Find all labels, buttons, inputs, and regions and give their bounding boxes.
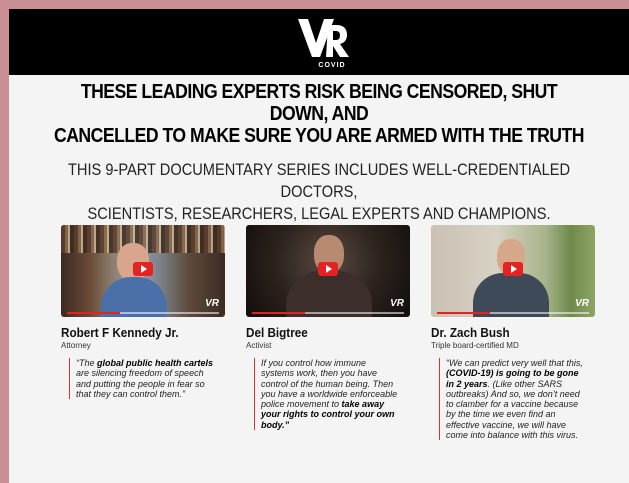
logo-subtext: COVID bbox=[318, 62, 345, 69]
video-progress-bar[interactable] bbox=[67, 312, 219, 314]
page-frame: COVID THESE LEADING EXPERTS RISK BEING C… bbox=[9, 9, 629, 483]
expert-name: Robert F Kennedy Jr. bbox=[61, 325, 179, 340]
video-thumbnail[interactable]: VR bbox=[431, 225, 595, 317]
quote-text: are silencing freedom of speech and putt… bbox=[76, 368, 205, 399]
play-button-icon[interactable] bbox=[318, 262, 338, 276]
expert-role: Triple board-certified MD bbox=[431, 341, 519, 350]
quote-text: “The bbox=[76, 358, 98, 368]
expert-card-bigtree: VR Del Bigtree Activist If you control h… bbox=[246, 225, 414, 431]
expert-name: Del Bigtree bbox=[246, 325, 308, 340]
expert-quote: If you control how immune systems work, … bbox=[254, 358, 401, 431]
subhead-line-1: THIS 9-PART DOCUMENTARY SERIES INCLUDES … bbox=[67, 160, 571, 201]
headline-line-1: THESE LEADING EXPERTS RISK BEING CENSORE… bbox=[80, 80, 558, 125]
play-button-icon[interactable] bbox=[503, 262, 523, 276]
video-thumbnail[interactable]: VR bbox=[246, 225, 410, 317]
play-button-icon[interactable] bbox=[133, 262, 153, 276]
quote-emphasis: global public health cartels bbox=[97, 358, 214, 368]
headline-line-2: CANCELLED TO MAKE SURE YOU ARE ARMED WIT… bbox=[53, 124, 585, 147]
expert-role: Activist bbox=[246, 341, 272, 350]
video-thumbnail[interactable]: VR bbox=[61, 225, 225, 317]
vr-watermark-icon: VR bbox=[390, 298, 404, 309]
vr-watermark-icon: VR bbox=[575, 298, 589, 309]
expert-quote: “We can predict very well that this, (CO… bbox=[439, 358, 586, 441]
expert-card-rfk: VR Robert F Kennedy Jr. Attorney “The gl… bbox=[61, 225, 229, 400]
video-progress-bar[interactable] bbox=[252, 312, 404, 314]
header-bar: COVID bbox=[9, 9, 629, 75]
expert-name: Dr. Zach Bush bbox=[431, 325, 510, 340]
expert-role: Attorney bbox=[61, 341, 91, 350]
page-headline: THESE LEADING EXPERTS RISK BEING CENSORE… bbox=[52, 81, 585, 147]
page-subheading: THIS 9-PART DOCUMENTARY SERIES INCLUDES … bbox=[52, 159, 585, 225]
video-progress-bar[interactable] bbox=[437, 312, 589, 314]
subhead-line-2: SCIENTISTS, RESEARCHERS, LEGAL EXPERTS A… bbox=[87, 204, 551, 223]
quote-text: “We can predict very well that this, bbox=[446, 358, 583, 368]
expert-card-bush: VR Dr. Zach Bush Triple board-certified … bbox=[431, 225, 599, 441]
vr-covid-logo[interactable]: COVID bbox=[295, 15, 353, 69]
expert-quote: “The global public health cartels are si… bbox=[69, 358, 216, 400]
vr-watermark-icon: VR bbox=[205, 298, 219, 309]
